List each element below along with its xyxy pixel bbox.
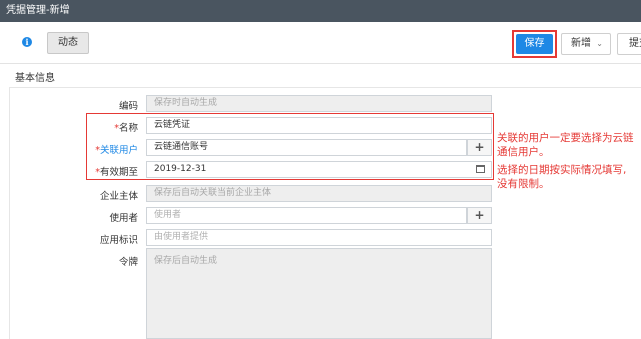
enterprise-label: 企业主体 <box>99 191 138 202</box>
annotation-linked-user: 关联的用户一定要选择为云链 通信用户。 <box>497 131 641 159</box>
app-id-label: 应用标识 <box>99 235 138 246</box>
section-title: 基本信息 <box>15 73 55 84</box>
code-label: 编码 <box>118 101 138 112</box>
token-field: 保存后自动生成 <box>146 248 492 339</box>
annotation-line: 没有限制。 <box>497 178 550 190</box>
new-dropdown-button[interactable]: 新增 ⌄ <box>561 33 611 55</box>
panel-left-border <box>9 87 10 339</box>
annotation-line: 通信用户。 <box>497 146 550 158</box>
app-id-input[interactable]: 由使用者提供 <box>146 229 492 246</box>
window-title: 凭据管理-新增 <box>0 0 641 22</box>
annotation-line: 选择的日期按实际情况填写, <box>497 164 627 176</box>
annotation-line: 关联的用户一定要选择为云链 <box>497 132 634 144</box>
new-button-label: 新增 <box>571 38 591 49</box>
submit-button[interactable]: 提交 <box>617 33 641 55</box>
user-input[interactable]: 使用者 <box>146 207 467 224</box>
chevron-down-icon: ⌄ <box>596 39 603 48</box>
user-label: 使用者 <box>109 213 138 224</box>
enterprise-field: 保存后自动关联当前企业主体 <box>146 185 492 202</box>
user-add-button[interactable]: + <box>467 207 492 224</box>
dynamic-button[interactable]: 动态 <box>47 32 89 54</box>
toolbar: i 动态 保存 新增 ⌄ 提交 <box>0 22 641 64</box>
info-icon[interactable]: i <box>22 37 32 47</box>
code-field: 保存时自动生成 <box>146 95 492 112</box>
required-fields-highlight-box <box>86 113 494 180</box>
annotation-expiry: 选择的日期按实际情况填写, 没有限制。 <box>497 163 641 191</box>
token-label: 令牌 <box>118 257 138 268</box>
save-button[interactable]: 保存 <box>516 34 553 54</box>
section-divider <box>9 87 641 88</box>
